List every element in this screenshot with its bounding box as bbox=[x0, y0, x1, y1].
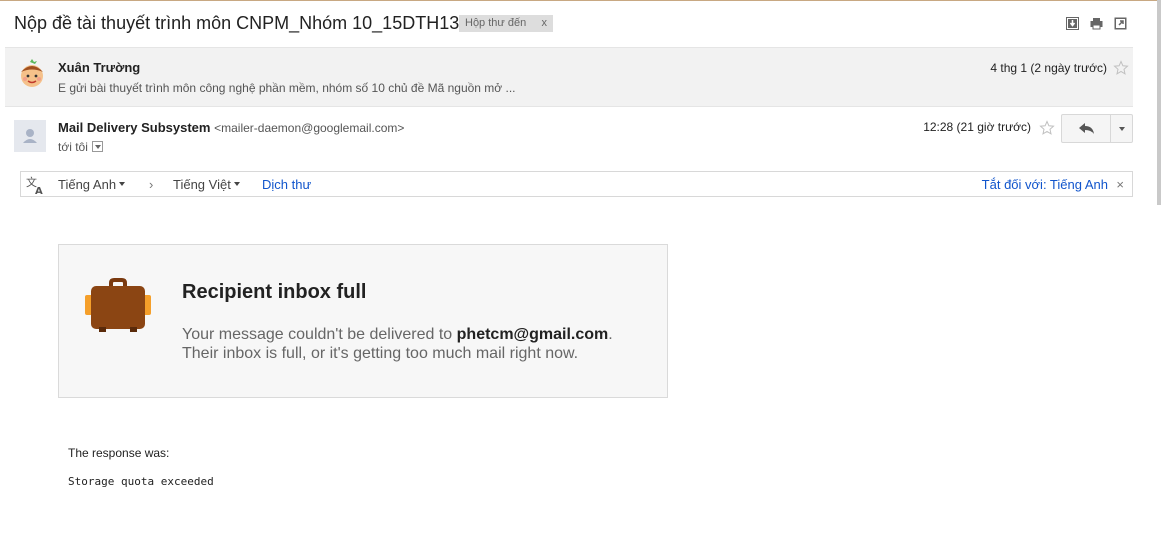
avatar bbox=[14, 120, 46, 152]
turn-off-translate-link[interactable]: Tắt đối với: Tiếng Anh bbox=[982, 177, 1108, 192]
subject-title: Nộp đề tài thuyết trình môn CNPM_Nhóm 10… bbox=[14, 13, 460, 33]
details-dropdown-icon[interactable] bbox=[91, 141, 103, 153]
star-icon[interactable] bbox=[1113, 60, 1129, 76]
bounce-line1-prefix: Your message couldn't be delivered to bbox=[182, 326, 457, 343]
sender-line: Mail Delivery Subsystem <mailer-daemon@g… bbox=[58, 120, 404, 135]
recipient-line: tới tôi bbox=[58, 140, 103, 154]
top-border bbox=[0, 0, 1161, 1]
sender-email: <mailer-daemon@googlemail.com> bbox=[214, 121, 405, 135]
translate-bar: 文 A Tiếng Anh › Tiếng Việt Dịch thư Tắt … bbox=[20, 171, 1133, 197]
close-translate-button[interactable]: × bbox=[1116, 177, 1124, 192]
bounce-line1-suffix: . bbox=[608, 326, 613, 343]
source-language-label: Tiếng Anh bbox=[58, 177, 117, 192]
bounce-line2: Their inbox is full, or it's getting too… bbox=[182, 345, 579, 362]
thread-toolbar bbox=[1066, 17, 1127, 30]
chevron-down-icon bbox=[119, 181, 126, 186]
new-window-icon[interactable] bbox=[1114, 17, 1127, 30]
translate-icon: 文 A bbox=[26, 175, 43, 195]
source-language-select[interactable]: Tiếng Anh bbox=[58, 177, 126, 192]
collapsed-message[interactable]: Xuân Trường E gửi bài thuyết trình môn c… bbox=[5, 47, 1133, 107]
print-icon[interactable] bbox=[1090, 17, 1103, 30]
chevron-down-icon bbox=[233, 181, 240, 186]
message-date: 4 thg 1 (2 ngày trước) bbox=[990, 61, 1107, 75]
message-date: 12:28 (21 giờ trước) bbox=[923, 120, 1031, 134]
arrow-right-icon: › bbox=[149, 177, 154, 192]
bounce-notice-card: Recipient inbox full Your message couldn… bbox=[58, 244, 668, 398]
recipient-address: phetcm@gmail.com bbox=[456, 326, 609, 343]
remove-label-button[interactable]: x bbox=[542, 15, 548, 32]
sender-name: Xuân Trường bbox=[58, 60, 141, 75]
target-language-label: Tiếng Việt bbox=[173, 177, 231, 192]
response-code: Storage quota exceeded bbox=[68, 475, 214, 488]
bounce-title: Recipient inbox full bbox=[182, 281, 367, 303]
reply-button[interactable] bbox=[1061, 114, 1111, 143]
recipient-text: tới tôi bbox=[58, 140, 88, 154]
more-actions-button[interactable] bbox=[1110, 114, 1133, 143]
download-icon[interactable] bbox=[1066, 17, 1079, 30]
suitcase-icon bbox=[85, 278, 151, 332]
inbox-label-chip[interactable]: Hộp thư đến x bbox=[459, 15, 553, 32]
scrollbar[interactable] bbox=[1157, 0, 1161, 205]
message-snippet: E gửi bài thuyết trình môn công nghệ phầ… bbox=[58, 81, 516, 95]
avatar bbox=[21, 59, 43, 87]
target-language-select[interactable]: Tiếng Việt bbox=[173, 177, 240, 192]
response-label: The response was: bbox=[68, 446, 170, 460]
translate-message-link[interactable]: Dịch thư bbox=[262, 177, 311, 192]
sender-name: Mail Delivery Subsystem bbox=[58, 120, 211, 135]
star-icon[interactable] bbox=[1039, 120, 1055, 136]
reply-icon bbox=[1079, 123, 1094, 134]
bounce-message: Your message couldn't be delivered to ph… bbox=[182, 325, 613, 363]
label-text: Hộp thư đến bbox=[465, 17, 527, 29]
svg-text:A: A bbox=[35, 186, 43, 195]
